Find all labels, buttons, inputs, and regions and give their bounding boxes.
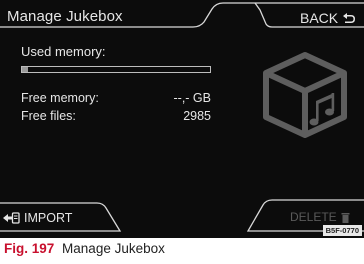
figure-caption: Fig. 197 Manage Jukebox	[4, 241, 165, 256]
back-button[interactable]: BACK	[300, 8, 364, 28]
used-memory-bar	[21, 66, 211, 73]
free-memory-value: --,- GB	[173, 91, 212, 105]
free-memory-label: Free memory:	[21, 91, 99, 105]
image-code-tag: B5F-0770	[322, 225, 362, 236]
import-button-label: IMPORT	[24, 211, 73, 225]
back-arrow-icon	[343, 13, 356, 23]
back-button-label: BACK	[300, 10, 339, 26]
delete-button-label: DELETE	[290, 210, 337, 224]
figure-caption-text: Manage Jukebox	[62, 241, 165, 256]
used-memory-label: Used memory:	[21, 44, 106, 59]
free-files-label: Free files:	[21, 109, 76, 123]
trash-icon	[341, 212, 350, 223]
free-files-row: Free files: 2985	[21, 109, 211, 125]
page-title: Manage Jukebox	[7, 8, 123, 25]
page: Manage Jukebox BACK Used memory: Free me…	[0, 0, 364, 264]
import-icon	[3, 212, 20, 224]
free-memory-row: Free memory: --,- GB	[21, 91, 211, 107]
used-memory-fill	[22, 67, 28, 72]
import-button[interactable]: IMPORT	[2, 207, 102, 229]
delete-button[interactable]: DELETE	[290, 207, 360, 227]
figure-number: Fig. 197	[4, 241, 55, 256]
free-files-value: 2985	[183, 109, 211, 123]
music-cube-icon	[263, 52, 347, 138]
infotainment-screen: Manage Jukebox BACK Used memory: Free me…	[0, 0, 364, 238]
